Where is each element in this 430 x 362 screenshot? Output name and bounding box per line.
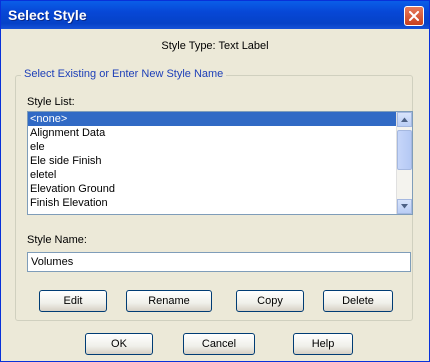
group-legend: Select Existing or Enter New Style Name <box>21 68 227 80</box>
arrow-down-icon <box>401 204 408 209</box>
style-list-items: <none> Alignment Data ele Ele side Finish el… <box>28 112 412 210</box>
arrow-up-icon <box>401 117 408 122</box>
copy-button[interactable]: Copy <box>236 290 304 312</box>
style-list-item[interactable]: Ele side Finish <box>28 154 412 168</box>
edit-button[interactable]: Edit <box>39 290 107 312</box>
style-list-item[interactable]: <none> <box>28 112 412 126</box>
help-button[interactable]: Help <box>293 333 353 355</box>
select-style-dialog: Select Style Style Type: Text Label Sele… <box>0 0 430 362</box>
scroll-thumb[interactable] <box>397 130 412 170</box>
style-type-label: Style Type: Text Label <box>161 40 269 52</box>
style-list-scrollbar[interactable] <box>396 112 412 214</box>
style-name-input[interactable] <box>27 252 411 272</box>
title-bar[interactable]: Select Style <box>1 1 429 29</box>
rename-button[interactable]: Rename <box>126 290 212 312</box>
style-list-item[interactable]: Elevation Ground <box>28 182 412 196</box>
scroll-down-button[interactable] <box>397 199 412 214</box>
style-list-item[interactable]: ele <box>28 140 412 154</box>
style-name-label: Style Name: <box>27 234 87 246</box>
style-list[interactable]: <none> Alignment Data ele Ele side Finish el… <box>27 111 413 215</box>
cancel-button[interactable]: Cancel <box>183 333 255 355</box>
style-list-item[interactable]: eletel <box>28 168 412 182</box>
close-icon <box>409 11 419 21</box>
style-list-item[interactable]: Alignment Data <box>28 126 412 140</box>
style-list-label: Style List: <box>27 96 75 108</box>
ok-button[interactable]: OK <box>85 333 153 355</box>
delete-button[interactable]: Delete <box>323 290 393 312</box>
style-list-item[interactable]: Finish Elevation <box>28 196 412 210</box>
close-button[interactable] <box>404 6 424 26</box>
scroll-up-button[interactable] <box>397 112 412 127</box>
window-title: Select Style <box>8 7 87 23</box>
